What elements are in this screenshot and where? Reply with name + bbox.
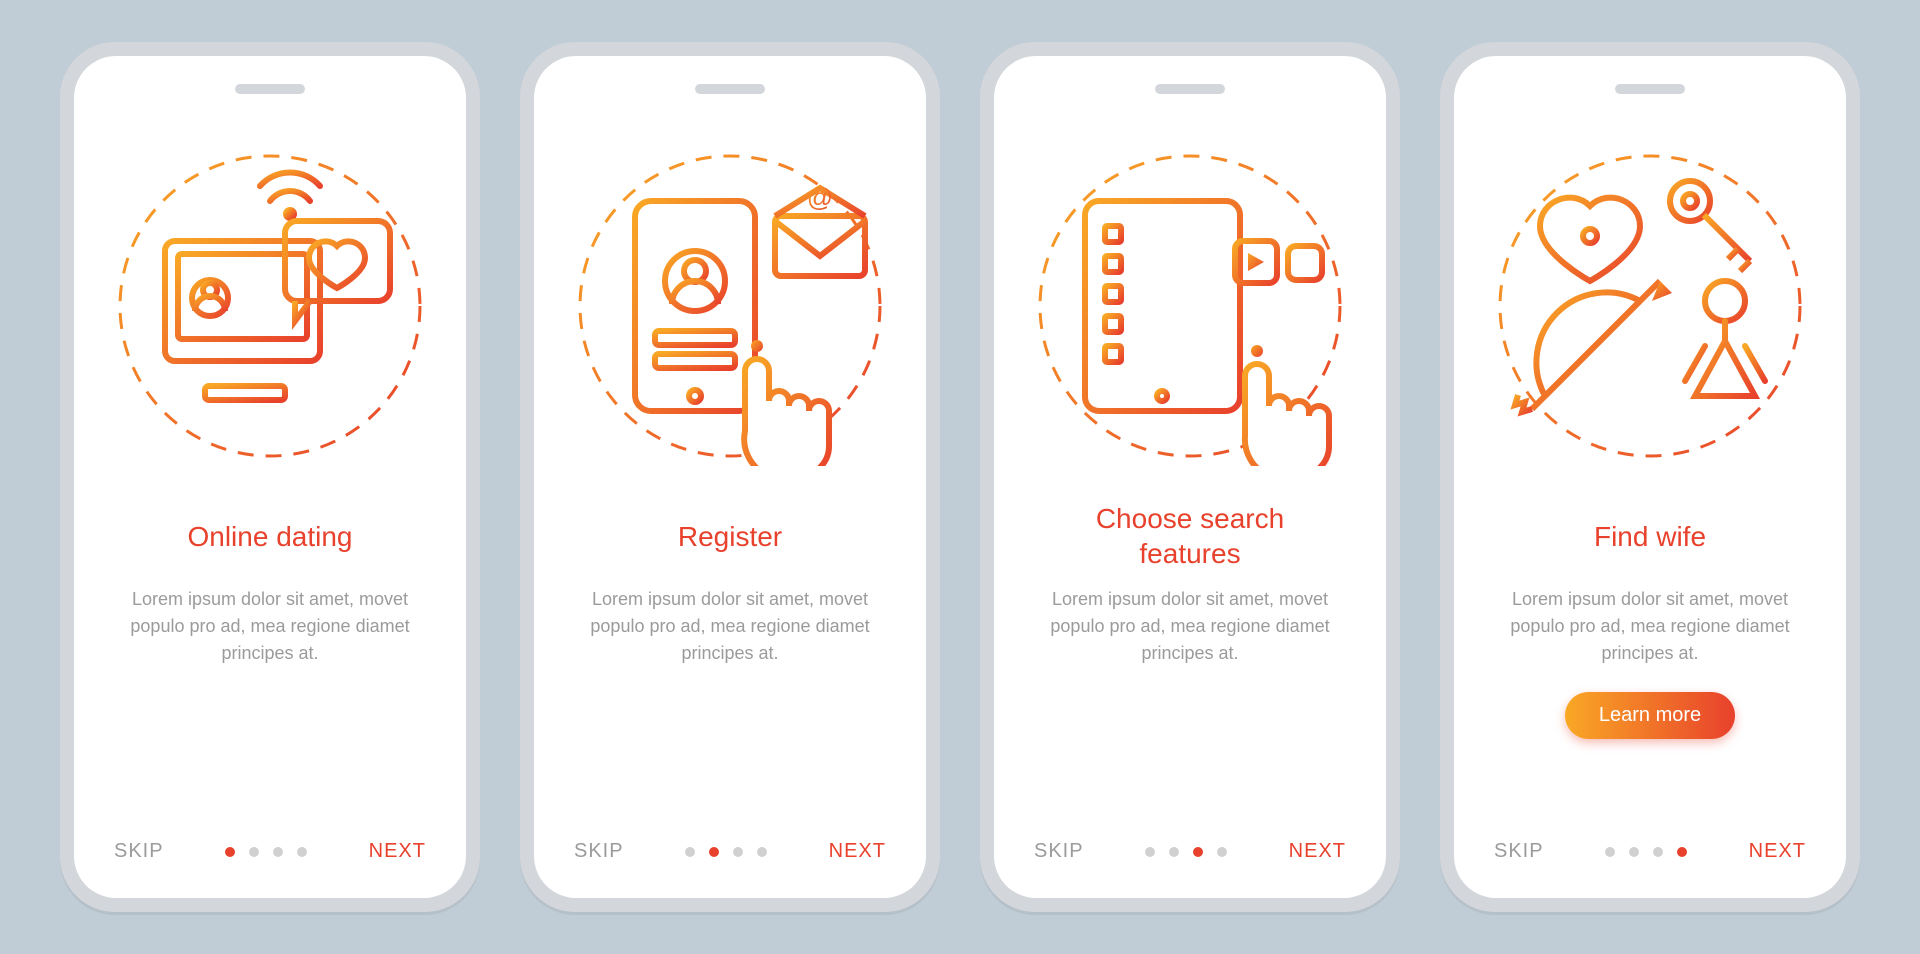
register-icon: @ [570, 146, 890, 466]
phone-speaker [1615, 84, 1685, 94]
dot[interactable] [757, 847, 767, 857]
slide-title: Find wife [1594, 501, 1706, 571]
learn-more-button[interactable]: Learn more [1565, 692, 1735, 739]
dot[interactable] [1217, 847, 1227, 857]
slide-footer: SKIP NEXT [574, 840, 886, 863]
dot[interactable] [1605, 847, 1615, 857]
onboarding-screen: Find wife Lorem ipsum dolor sit amet, mo… [1454, 56, 1846, 898]
phone-row: Online dating Lorem ipsum dolor sit amet… [40, 22, 1880, 932]
phone-frame: @ Register Lorem ipsum dolor sit amet, m… [520, 42, 940, 912]
skip-button[interactable]: SKIP [1494, 840, 1544, 863]
pagination-dots [1605, 847, 1687, 857]
phone-speaker [695, 84, 765, 94]
dot[interactable] [273, 847, 283, 857]
slide-body: Lorem ipsum dolor sit amet, movet populo… [580, 586, 880, 667]
dot[interactable] [1169, 847, 1179, 857]
onboarding-screen: @ Register Lorem ipsum dolor sit amet, m… [534, 56, 926, 898]
phone-frame: Online dating Lorem ipsum dolor sit amet… [60, 42, 480, 912]
slide-body: Lorem ipsum dolor sit amet, movet populo… [1500, 586, 1800, 667]
skip-button[interactable]: SKIP [574, 840, 624, 863]
slide-footer: SKIP NEXT [1494, 840, 1806, 863]
next-button[interactable]: NEXT [1289, 840, 1346, 863]
next-button[interactable]: NEXT [829, 840, 886, 863]
pagination-dots [225, 847, 307, 857]
dot[interactable] [1677, 847, 1687, 857]
onboarding-screen: Choose search features Lorem ipsum dolor… [994, 56, 1386, 898]
slide-body: Lorem ipsum dolor sit amet, movet populo… [120, 586, 420, 667]
onboarding-screen: Online dating Lorem ipsum dolor sit amet… [74, 56, 466, 898]
slide-footer: SKIP NEXT [114, 840, 426, 863]
dot[interactable] [1653, 847, 1663, 857]
dot[interactable] [297, 847, 307, 857]
pagination-dots [685, 847, 767, 857]
pagination-dots [1145, 847, 1227, 857]
next-button[interactable]: NEXT [1749, 840, 1806, 863]
find-wife-icon [1490, 146, 1810, 466]
next-button[interactable]: NEXT [369, 840, 426, 863]
dot[interactable] [1629, 847, 1639, 857]
slide-title: Choose search features [1050, 501, 1330, 571]
slide-title: Register [678, 501, 782, 571]
dot[interactable] [225, 847, 235, 857]
phone-speaker [235, 84, 305, 94]
dot[interactable] [685, 847, 695, 857]
phone-frame: Choose search features Lorem ipsum dolor… [980, 42, 1400, 912]
dot[interactable] [249, 847, 259, 857]
online-dating-icon [110, 146, 430, 466]
phone-frame: Find wife Lorem ipsum dolor sit amet, mo… [1440, 42, 1860, 912]
phone-speaker [1155, 84, 1225, 94]
dot[interactable] [733, 847, 743, 857]
skip-button[interactable]: SKIP [1034, 840, 1084, 863]
slide-title: Online dating [187, 501, 352, 571]
skip-button[interactable]: SKIP [114, 840, 164, 863]
slide-body: Lorem ipsum dolor sit amet, movet populo… [1040, 586, 1340, 667]
slide-footer: SKIP NEXT [1034, 840, 1346, 863]
search-features-icon [1030, 146, 1350, 466]
dot[interactable] [709, 847, 719, 857]
dot[interactable] [1193, 847, 1203, 857]
svg-text:@: @ [807, 182, 833, 212]
dot[interactable] [1145, 847, 1155, 857]
